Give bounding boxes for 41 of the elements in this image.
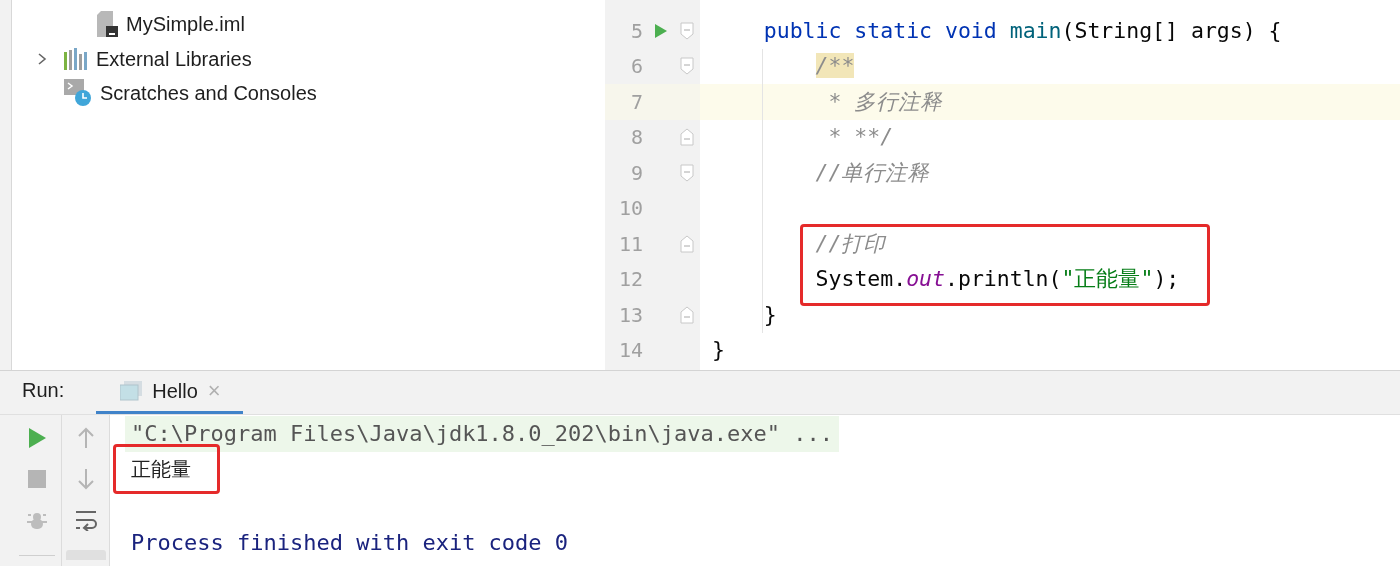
library-icon [64,47,88,70]
line-number: 10 [617,195,643,223]
code-line: System.out.println("正能量"); [815,265,1180,294]
fold-marker-icon[interactable] [680,57,694,76]
line-number: 11 [617,230,643,258]
run-icon[interactable] [26,427,47,449]
tree-item-label[interactable]: MySimple.iml [126,9,245,40]
code-line: } [712,336,725,365]
fold-marker-icon[interactable] [680,128,694,147]
line-number: 13 [617,301,643,329]
scratches-icon [64,79,92,108]
tree-item-label[interactable]: Scratches and Consoles [100,78,317,109]
code-line: //单行注释 [815,158,930,187]
chevron-icon[interactable] [36,51,48,66]
console-line: 正能量 [130,456,192,484]
fold-marker-icon[interactable] [680,21,694,40]
code-line: public static void main(String[] args) { [763,16,1282,45]
soft-wrap-icon[interactable] [73,509,98,531]
line-number: 5 [629,17,643,45]
down-arrow-icon[interactable] [76,468,95,490]
code-line: //打印 [815,229,886,258]
fold-marker-icon[interactable] [680,305,694,324]
console-line: Process finished with exit code 0 [130,529,570,558]
line-number: 9 [629,159,643,187]
console-icon [120,380,143,401]
up-arrow-icon[interactable] [76,427,95,449]
line-number: 14 [617,337,643,365]
run-marker-icon[interactable] [654,22,668,39]
code-line: * **/ [828,123,894,152]
file-icon [96,11,118,38]
line-number: 6 [629,53,643,81]
line-number: 12 [617,266,643,294]
panel-label: Run: [22,378,65,403]
fold-marker-icon[interactable] [680,234,694,253]
stop-icon[interactable] [27,470,46,488]
line-number: 8 [629,124,643,152]
line-number: 7 [629,88,643,116]
code-line: } [763,300,777,329]
fold-marker-icon[interactable] [680,163,694,182]
code-line: * 多行注释 [828,87,943,116]
tree-item-label[interactable]: External Libraries [96,43,252,74]
